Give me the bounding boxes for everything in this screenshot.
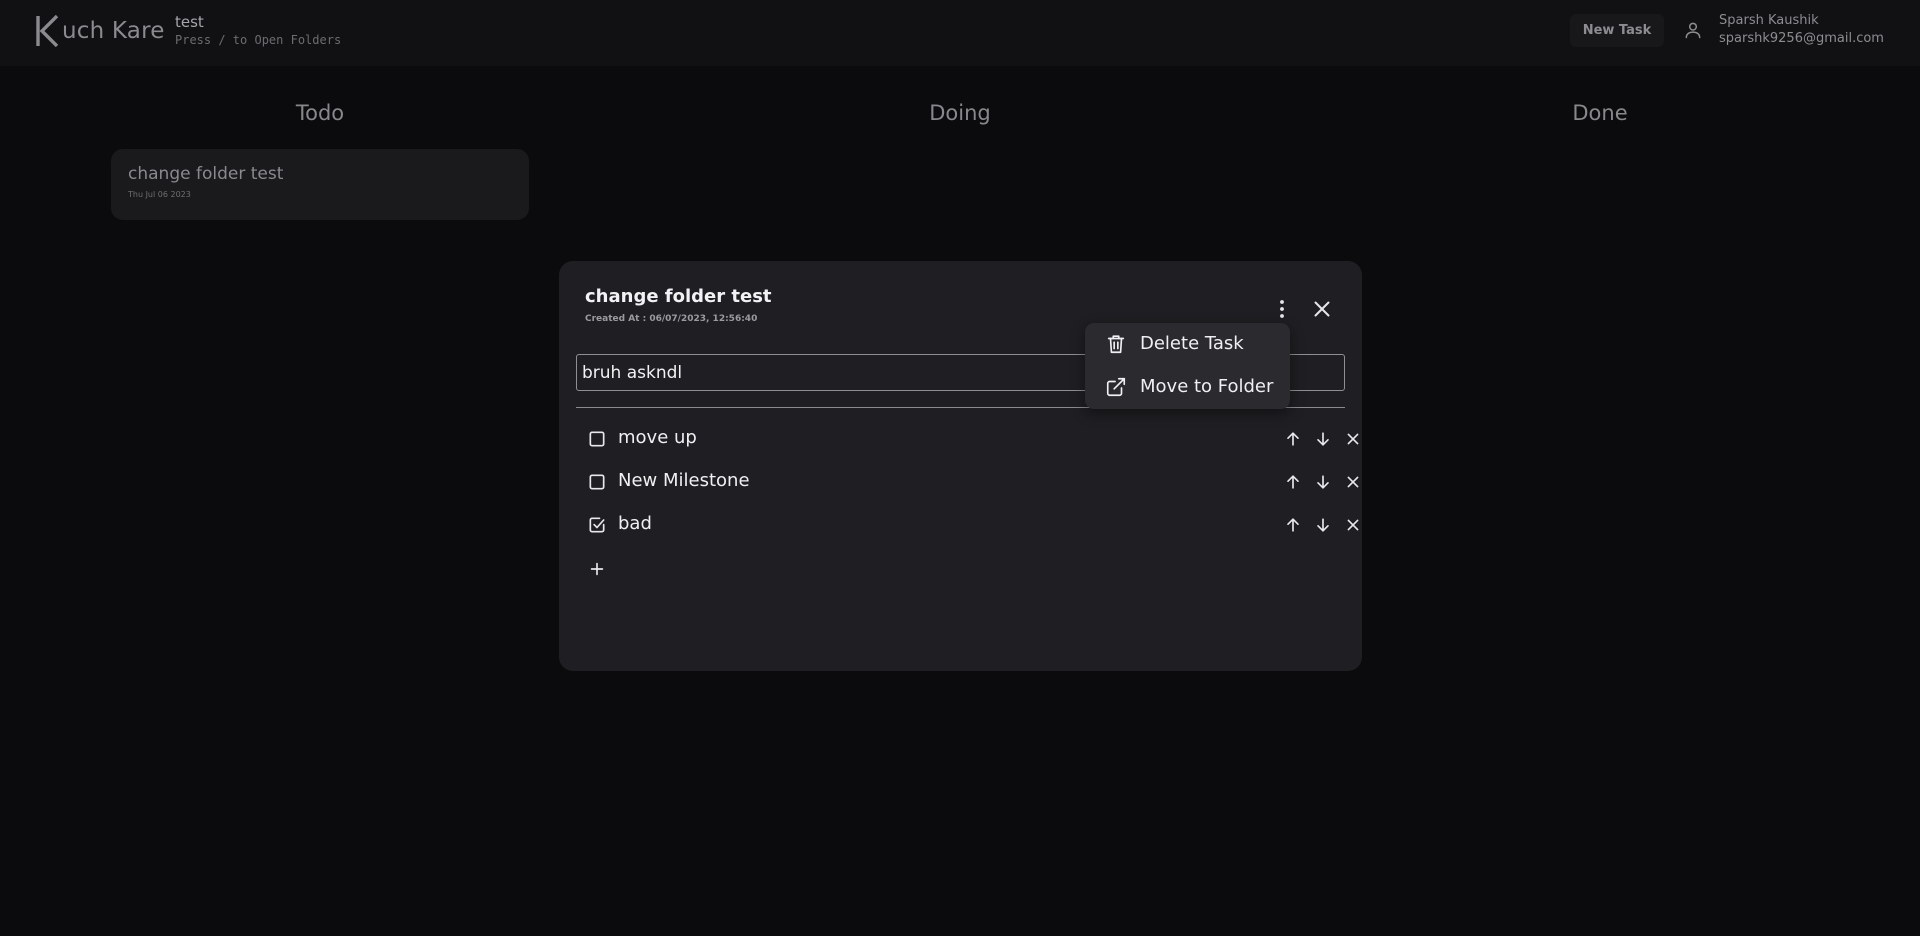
menu-item-delete-task[interactable]: Delete Task (1085, 323, 1290, 366)
created-at-text: Created At : 06/07/2023, 12:56:40 (585, 314, 758, 324)
column-title-todo: Todo (295, 101, 345, 125)
milestone-row: New Milestone (587, 468, 1359, 496)
arrow-down-icon[interactable] (1313, 472, 1333, 492)
app-logo[interactable]: uch Kare (36, 14, 165, 48)
arrow-up-icon[interactable] (1283, 472, 1303, 492)
plus-icon[interactable] (587, 559, 607, 579)
delete-milestone-icon[interactable] (1343, 515, 1363, 535)
checkbox-unchecked-icon[interactable] (587, 429, 607, 449)
arrow-up-icon[interactable] (1283, 515, 1303, 535)
user-name: Sparsh Kaushik (1719, 13, 1819, 28)
logo-k-icon (36, 15, 59, 47)
arrow-down-icon[interactable] (1313, 429, 1333, 449)
new-task-button[interactable]: New Task (1570, 14, 1664, 47)
app-name: uch Kare (62, 18, 165, 44)
delete-milestone-icon[interactable] (1343, 429, 1363, 449)
delete-milestone-icon[interactable] (1343, 472, 1363, 492)
milestone-row: bad (587, 511, 1359, 539)
milestone-label[interactable]: New Milestone (618, 470, 750, 492)
modal-title: change folder test (585, 286, 772, 307)
menu-item-label: Delete Task (1140, 333, 1244, 354)
close-icon[interactable] (1310, 297, 1334, 321)
milestone-row: move up (587, 425, 1359, 453)
folder-name: test (175, 13, 204, 31)
folder-shortcut-hint: Press / to Open Folders (175, 33, 342, 47)
top-bar: uch Kare test Press / to Open Folders Ne… (0, 0, 1920, 66)
user-icon[interactable] (1683, 20, 1703, 40)
arrow-down-icon[interactable] (1313, 515, 1333, 535)
menu-item-move-to-folder[interactable]: Move to Folder (1085, 366, 1290, 409)
column-title-doing: Doing (929, 101, 991, 125)
task-card-title: change folder test (128, 164, 284, 184)
arrow-up-icon[interactable] (1283, 429, 1303, 449)
task-card-date: Thu Jul 06 2023 (128, 190, 191, 199)
checkbox-checked-icon[interactable] (587, 515, 607, 535)
task-card[interactable]: change folder test Thu Jul 06 2023 (111, 149, 529, 220)
external-link-icon (1106, 377, 1126, 397)
user-email: sparshk9256@gmail.com (1719, 31, 1884, 46)
more-vertical-icon[interactable] (1270, 297, 1294, 321)
checkbox-unchecked-icon[interactable] (587, 472, 607, 492)
task-options-menu: Delete Task Move to Folder (1085, 323, 1290, 409)
milestone-label[interactable]: bad (618, 513, 652, 535)
column-title-done: Done (1572, 101, 1628, 125)
menu-item-label: Move to Folder (1140, 376, 1274, 397)
user-info[interactable]: Sparsh Kaushik sparshk9256@gmail.com (1719, 13, 1884, 48)
current-folder[interactable]: test Press / to Open Folders (175, 13, 341, 48)
milestone-label[interactable]: move up (618, 427, 697, 449)
trash-icon (1107, 335, 1125, 354)
